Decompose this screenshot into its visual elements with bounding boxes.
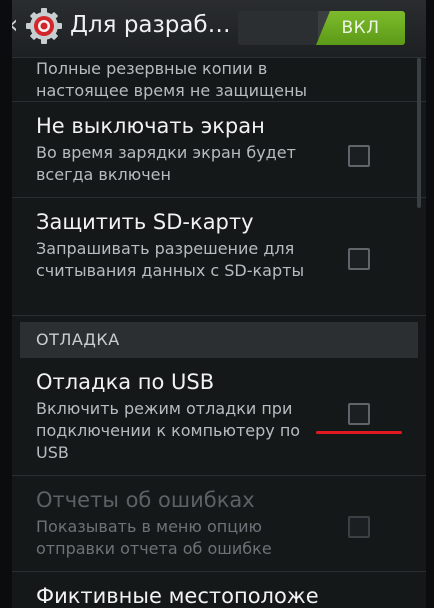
toggle-label: ВКЛ xyxy=(341,18,380,38)
list-item-protect-sd[interactable]: Защитить SD-карту Запрашивать разрешение… xyxy=(12,198,426,316)
section-label: ОТЛАДКА xyxy=(36,330,120,349)
chevron-left-icon[interactable]: ‹ xyxy=(12,12,18,38)
list-item-stay-awake[interactable]: Не выключать экран Во время зарядки экра… xyxy=(12,102,426,198)
page-title: Для разраб… xyxy=(70,12,231,38)
list-item-title: Не выключать экран xyxy=(36,114,265,138)
list-item-subtitle: Во время зарядки экран будет всегда вклю… xyxy=(36,143,296,184)
list-item-backup-password[interactable]: Полные резервные копии в настоящее время… xyxy=(12,58,426,102)
action-bar: ‹ Для разраб… ВКЛ xyxy=(12,0,426,58)
list-item-usb-debugging[interactable]: Отладка по USB Включить режим отладки пр… xyxy=(12,358,426,476)
list-item-mock-locations[interactable]: Фиктивные местоположе xyxy=(12,572,426,608)
checkbox-bug-reports xyxy=(348,516,370,538)
list-item-bug-reports: Отчеты об ошибках Показывать в меню опци… xyxy=(12,476,426,572)
list-item-subtitle: Запрашивать разрешение для считывания да… xyxy=(36,239,305,280)
gear-icon[interactable] xyxy=(24,6,64,46)
settings-screen: ‹ Для разраб… ВКЛ Пол xyxy=(12,0,426,608)
settings-list: Полные резервные копии в настоящее время… xyxy=(12,58,426,608)
list-item-subtitle: Полные резервные копии в настоящее время… xyxy=(36,59,308,100)
list-item-subtitle: Включить режим отладки при подключении к… xyxy=(36,399,301,462)
list-item-title: Отчеты об ошибках xyxy=(36,488,255,512)
scrollbar[interactable] xyxy=(417,58,421,208)
toggle-off-segment xyxy=(238,11,318,45)
list-item-title: Защитить SD-карту xyxy=(36,210,254,234)
checkbox-protect-sd[interactable] xyxy=(348,248,370,270)
checkbox-stay-awake[interactable] xyxy=(348,145,370,167)
section-header-debugging: ОТЛАДКА xyxy=(20,322,418,358)
developer-options-toggle[interactable]: ВКЛ xyxy=(238,11,405,45)
list-item-title: Отладка по USB xyxy=(36,370,215,394)
list-item-subtitle: Показывать в меню опцию отправки отчета … xyxy=(36,517,272,558)
checkbox-usb-debugging[interactable] xyxy=(348,403,370,425)
annotation-underline xyxy=(316,431,402,434)
list-item-title: Фиктивные местоположе xyxy=(36,584,319,608)
